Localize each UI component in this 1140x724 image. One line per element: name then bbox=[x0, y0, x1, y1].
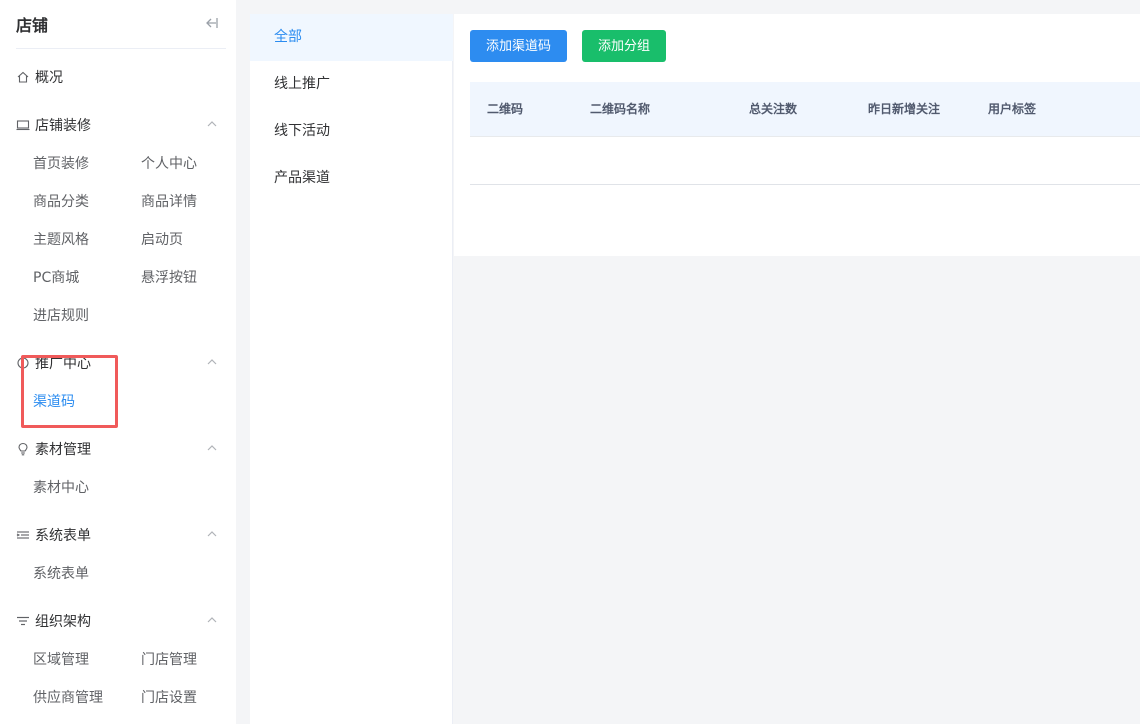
nav-overview[interactable]: 概况 bbox=[16, 65, 226, 89]
category-online-promotion[interactable]: 线上推广 bbox=[250, 61, 453, 108]
category-product-channel[interactable]: 产品渠道 bbox=[250, 155, 453, 202]
filter-icon bbox=[16, 614, 30, 628]
form-list-icon bbox=[16, 528, 30, 542]
sidebar-title: 店铺 bbox=[16, 16, 49, 35]
group-promotion-center-label: 推广中心 bbox=[35, 356, 91, 372]
add-group-button[interactable]: 添加分组 bbox=[582, 30, 667, 62]
category-all[interactable]: 全部 bbox=[250, 14, 453, 61]
chevron-up-icon bbox=[206, 356, 218, 368]
group-organization-label: 组织架构 bbox=[35, 614, 91, 630]
category-offline-activity[interactable]: 线下活动 bbox=[250, 108, 453, 155]
table-body-empty bbox=[470, 137, 1140, 185]
sidebar-item-region-management[interactable]: 区域管理 bbox=[33, 650, 89, 670]
sidebar-header: 店铺 bbox=[16, 0, 226, 49]
sidebar-item-supplier-management[interactable]: 供应商管理 bbox=[33, 688, 103, 708]
sidebar: 店铺 概况 店铺装修 首页装修 个人中心 商品分类 商品详情 主题风格 启动页 … bbox=[0, 0, 236, 724]
group-material-management-label: 素材管理 bbox=[35, 442, 91, 458]
group-promotion-center[interactable]: 推广中心 bbox=[16, 351, 226, 375]
app: 店铺 概况 店铺装修 首页装修 个人中心 商品分类 商品详情 主题风格 启动页 … bbox=[0, 0, 1140, 724]
chevron-up-icon bbox=[206, 118, 218, 130]
sidebar-item-store-management[interactable]: 门店管理 bbox=[141, 650, 197, 670]
column-header-qrcode: 二维码 bbox=[487, 102, 524, 116]
chevron-up-icon bbox=[206, 614, 218, 626]
promotion-icon bbox=[16, 356, 30, 370]
add-channel-code-button[interactable]: 添加渠道码 bbox=[470, 30, 568, 62]
main-panel: 添加渠道码 添加分组 二维码 二维码名称 总关注数 昨日新增关注 用户标签 bbox=[454, 14, 1140, 256]
home-icon bbox=[16, 70, 30, 84]
group-store-decoration-label: 店铺装修 bbox=[35, 118, 91, 134]
group-material-management[interactable]: 素材管理 bbox=[16, 437, 226, 461]
group-category-list: 全部 线上推广 线下活动 产品渠道 bbox=[250, 14, 453, 724]
chevron-up-icon bbox=[206, 442, 218, 454]
sidebar-item-material-center[interactable]: 素材中心 bbox=[33, 478, 89, 498]
column-header-total-followers: 总关注数 bbox=[749, 102, 798, 116]
sidebar-item-system-forms[interactable]: 系统表单 bbox=[33, 564, 89, 584]
sidebar-item-entry-rules[interactable]: 进店规则 bbox=[33, 306, 89, 326]
sidebar-item-homepage-decoration[interactable]: 首页装修 bbox=[33, 154, 89, 174]
sidebar-item-splash-page[interactable]: 启动页 bbox=[141, 230, 183, 250]
sidebar-item-channel-code[interactable]: 渠道码 bbox=[33, 392, 75, 412]
sidebar-item-personal-center[interactable]: 个人中心 bbox=[141, 154, 197, 174]
sidebar-item-floating-button[interactable]: 悬浮按钮 bbox=[141, 268, 197, 288]
column-header-qrcode-name: 二维码名称 bbox=[590, 102, 651, 116]
sidebar-item-product-detail[interactable]: 商品详情 bbox=[141, 192, 197, 212]
group-organization[interactable]: 组织架构 bbox=[16, 609, 226, 633]
column-header-new-followers-yesterday: 昨日新增关注 bbox=[868, 102, 941, 116]
chevron-up-icon bbox=[206, 528, 218, 540]
monitor-icon bbox=[16, 118, 30, 132]
nav-overview-label: 概况 bbox=[35, 70, 63, 86]
collapse-sidebar-icon[interactable] bbox=[202, 14, 220, 32]
sidebar-item-store-settings[interactable]: 门店设置 bbox=[141, 688, 197, 708]
column-header-user-tags: 用户标签 bbox=[988, 102, 1037, 116]
group-system-forms[interactable]: 系统表单 bbox=[16, 523, 226, 547]
sidebar-item-pc-mall[interactable]: PC商城 bbox=[33, 268, 79, 288]
sidebar-item-product-category[interactable]: 商品分类 bbox=[33, 192, 89, 212]
sidebar-item-theme-style[interactable]: 主题风格 bbox=[33, 230, 89, 250]
group-system-forms-label: 系统表单 bbox=[35, 528, 91, 544]
lightbulb-icon bbox=[16, 442, 30, 456]
group-store-decoration[interactable]: 店铺装修 bbox=[16, 113, 226, 137]
table-header: 二维码 二维码名称 总关注数 昨日新增关注 用户标签 bbox=[470, 82, 1140, 137]
